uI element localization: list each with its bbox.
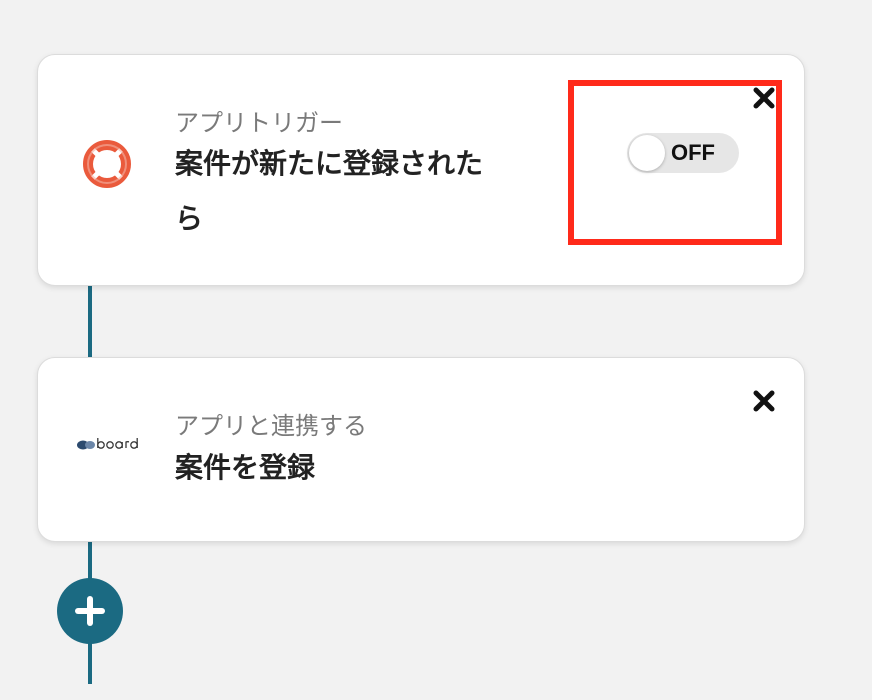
flow-canvas: アプリトリガー 案件が新たに登録されたら OFF アプリと連携する 案件を登録 [0, 0, 872, 700]
toggle-label: OFF [671, 140, 715, 165]
board-logo [77, 438, 138, 450]
action-type-label: アプリと連携する [175, 412, 367, 440]
flow-connector-line [88, 284, 92, 357]
lifebuoy-icon [83, 140, 131, 188]
trigger-card[interactable]: アプリトリガー 案件が新たに登録されたら OFF [37, 54, 805, 286]
action-card[interactable]: アプリと連携する 案件を登録 [37, 357, 805, 542]
toggle-knob[interactable] [629, 135, 665, 171]
close-icon[interactable] [751, 388, 777, 414]
close-icon[interactable] [751, 85, 777, 111]
trigger-toggle[interactable]: OFF [627, 133, 739, 173]
add-step-button[interactable] [57, 578, 123, 644]
trigger-type-label: アプリトリガー [175, 109, 343, 137]
plus-icon [75, 596, 105, 626]
trigger-title: 案件が新たに登録されたら [175, 147, 484, 235]
action-title: 案件を登録 [175, 451, 316, 484]
